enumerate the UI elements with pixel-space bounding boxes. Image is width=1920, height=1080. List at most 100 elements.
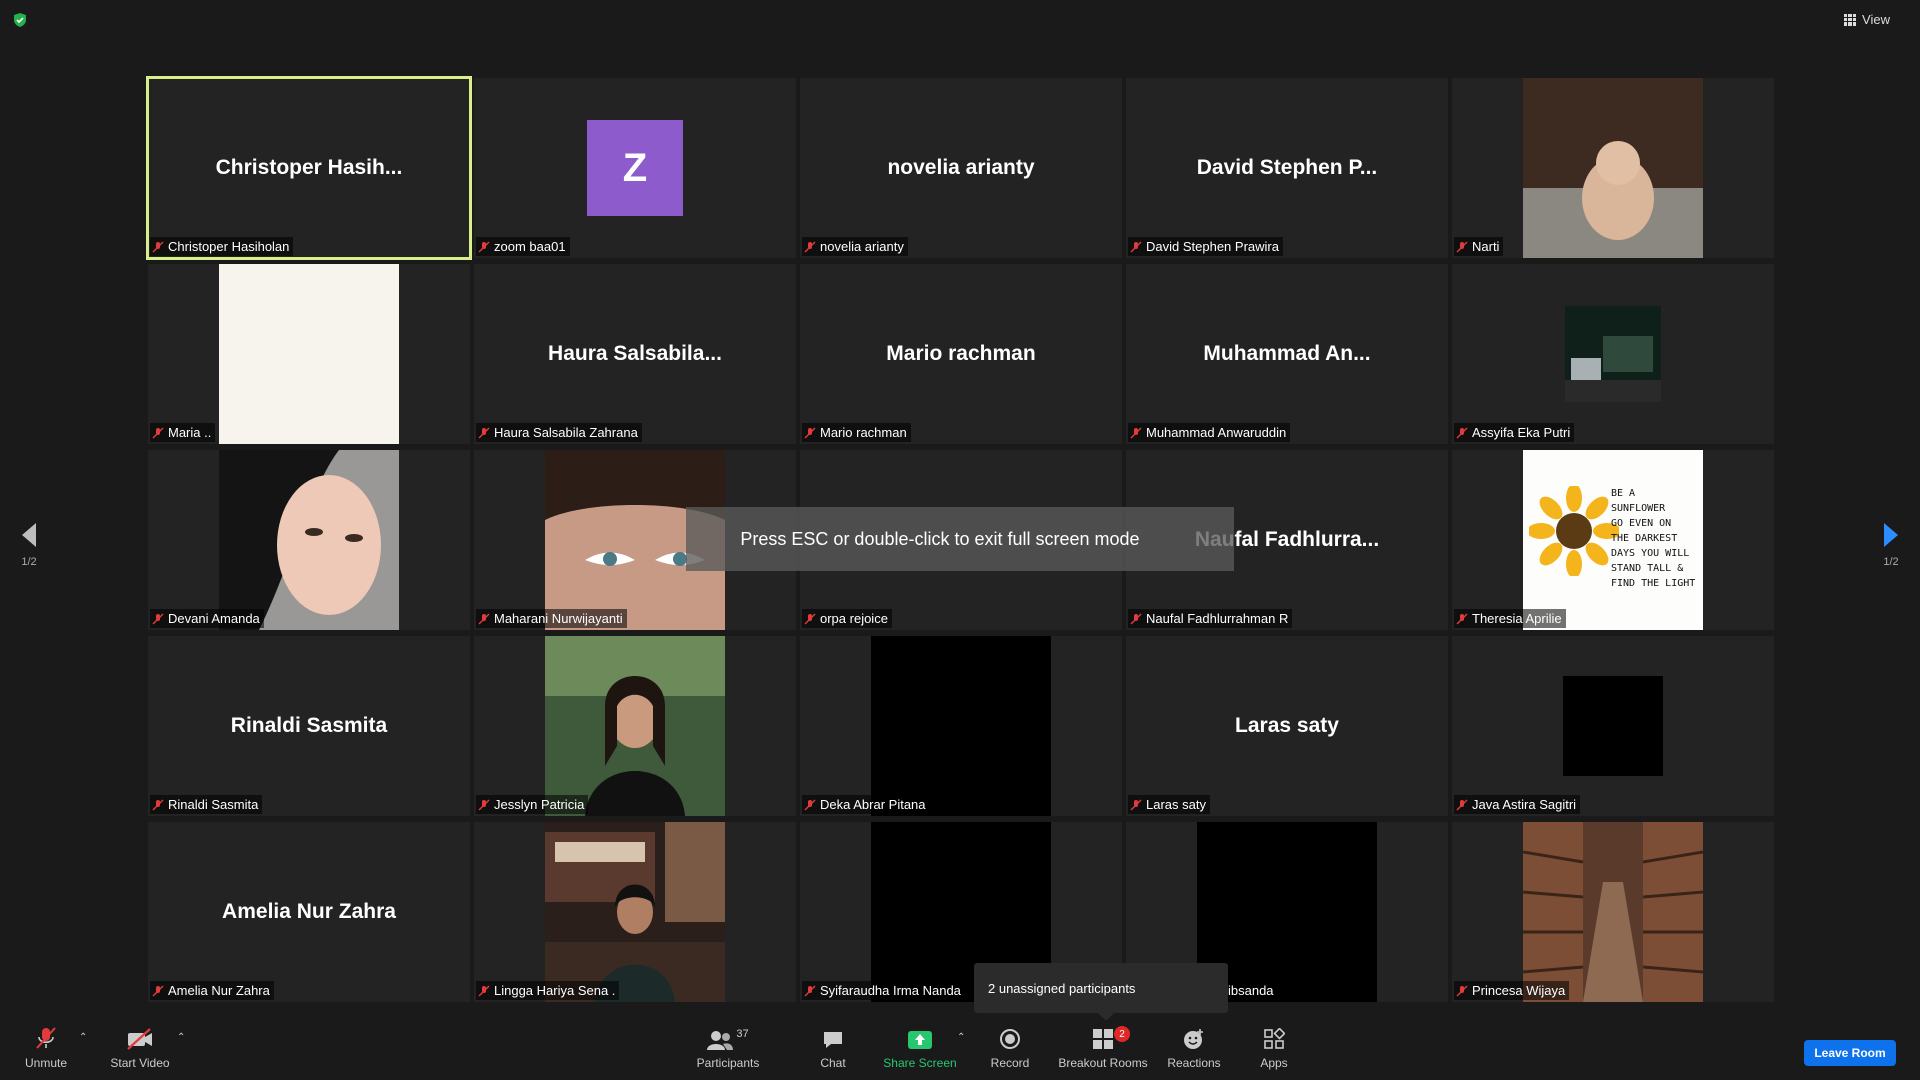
muted-mic-icon (1456, 985, 1468, 996)
muted-mic-icon (478, 985, 490, 996)
participant-tile[interactable]: Amelia Nur Zahra Amelia Nur Zahra (148, 822, 470, 1002)
sunflower-icon (1529, 486, 1619, 576)
reactions-icon (1184, 1029, 1203, 1049)
reactions-label: Reactions (1167, 1056, 1221, 1070)
quote-line: BE A (1611, 488, 1636, 499)
participant-tile[interactable]: Deka Abrar Pitana (800, 636, 1122, 816)
grid-icon (1844, 13, 1857, 26)
reactions-button[interactable]: Reactions (1164, 1020, 1224, 1080)
participant-tile[interactable]: Devani Amanda (148, 450, 470, 630)
participant-name: Christoper Hasiholan (168, 239, 290, 254)
page-indicator-right: 1/2 (1883, 556, 1899, 568)
portrait-hijab-photo (219, 450, 399, 630)
participant-tile[interactable]: Lingga Hariya Sena . (474, 822, 796, 1002)
avatar: Z (587, 120, 683, 216)
participant-display-name: Christoper Hasih... (215, 156, 403, 179)
participants-label: Participants (696, 1056, 760, 1070)
muted-mic-icon (1130, 241, 1142, 252)
participant-display-name: Mario rachman (886, 342, 1036, 365)
record-icon (1000, 1029, 1020, 1049)
quote-line: FIND THE LIGHT (1611, 578, 1696, 589)
participant-name-label: Mario rachman (802, 423, 911, 442)
participant-name: Narti (1472, 239, 1500, 254)
muted-mic-icon (1456, 613, 1468, 624)
participant-tile[interactable]: Princesa Wijaya (1452, 822, 1774, 1002)
participant-tile[interactable]: Maria .. (148, 264, 470, 444)
muted-microphone-icon (36, 1027, 56, 1049)
apps-icon (1264, 1028, 1285, 1049)
participant-tile[interactable]: Laras saty Laras saty (1126, 636, 1448, 816)
participant-tile[interactable]: Java Astira Sagitri (1452, 636, 1774, 816)
participant-name-label: Muhammad Anwaruddin (1128, 423, 1291, 442)
chat-button[interactable]: Chat (808, 1020, 858, 1080)
participant-display-name: novelia arianty (887, 156, 1035, 179)
participants-button[interactable]: 37 Participants (688, 1020, 768, 1080)
participant-name: Princesa Wijaya (1472, 983, 1566, 998)
muted-mic-icon (152, 613, 164, 624)
participant-name-label: Amelia Nur Zahra (150, 981, 274, 1000)
participant-tile[interactable]: novelia arianty novelia arianty (800, 78, 1122, 258)
breakout-rooms-button[interactable]: 2 Breakout Rooms (1058, 1020, 1148, 1080)
participant-name-label: Jesslyn Patricia (476, 795, 589, 814)
participant-name: Jesslyn Patricia (494, 797, 585, 812)
muted-mic-icon (1456, 427, 1468, 438)
portrait-woman-photo (545, 636, 725, 816)
previous-page-button[interactable]: 1/2 (14, 522, 44, 568)
participant-name: Deka Abrar Pitana (820, 797, 926, 812)
participant-tile[interactable]: Jesslyn Patricia (474, 636, 796, 816)
chevron-up-icon: ⌃ (957, 1032, 966, 1043)
participant-tile[interactable]: Assyifa Eka Putri (1452, 264, 1774, 444)
cat-photo (1523, 78, 1703, 258)
unassigned-participants-tooltip[interactable]: 2 unassigned participants (974, 963, 1228, 1021)
participant-name-label: Maria .. (150, 423, 216, 442)
participant-name-label: Laras saty (1128, 795, 1210, 814)
participant-name-label: Java Astira Sagitri (1454, 795, 1581, 814)
quote-line: THE DARKEST (1611, 533, 1678, 544)
start-video-label: Start Video (110, 1056, 170, 1070)
next-page-button[interactable]: 1/2 (1876, 522, 1906, 568)
share-options-caret[interactable]: ⌃ (950, 1020, 966, 1080)
participant-tile[interactable]: Mario rachman Mario rachman (800, 264, 1122, 444)
chat-icon (824, 1032, 842, 1048)
apps-button[interactable]: Apps (1250, 1020, 1298, 1080)
participant-name: David Stephen Prawira (1146, 239, 1279, 254)
muted-mic-icon (478, 799, 490, 810)
unmute-button[interactable]: Unmute (16, 1020, 76, 1080)
muted-mic-icon (152, 985, 164, 996)
participant-tile[interactable]: Christoper Hasih... Christoper Hasiholan (146, 76, 472, 260)
muted-mic-icon (1456, 799, 1468, 810)
participant-tile[interactable]: Muhammad An... Muhammad Anwaruddin (1126, 264, 1448, 444)
participant-name: Maharani Nurwijayanti (494, 611, 623, 626)
muted-mic-icon (152, 241, 164, 252)
audio-options-caret[interactable]: ⌃ (72, 1020, 88, 1080)
video-options-caret[interactable]: ⌃ (170, 1020, 185, 1080)
participant-tile[interactable]: David Stephen P... David Stephen Prawira (1126, 78, 1448, 258)
participant-tile[interactable]: Z zoom baa01 (474, 78, 796, 258)
quote-line: STAND TALL & (1611, 563, 1684, 574)
chat-label: Chat (820, 1056, 846, 1070)
quote-line: GO EVEN ON (1611, 518, 1672, 529)
participant-name: Rinaldi Sasmita (168, 797, 259, 812)
participant-name-label: orpa rejoice (802, 609, 892, 628)
chevron-up-icon: ⌃ (79, 1032, 88, 1043)
record-button[interactable]: Record (984, 1020, 1036, 1080)
start-video-button[interactable]: Start Video (104, 1020, 176, 1080)
view-button[interactable]: View (1844, 12, 1890, 27)
breakout-rooms-icon (1093, 1029, 1113, 1049)
encryption-shield-icon[interactable] (12, 12, 28, 28)
participant-name: zoom baa01 (494, 239, 566, 254)
participant-tile[interactable]: Haura Salsabila... Haura Salsabila Zahra… (474, 264, 796, 444)
participant-name: Devani Amanda (168, 611, 260, 626)
quote-line: DAYS YOU WILL (1611, 548, 1690, 559)
participant-tile[interactable]: Rinaldi Sasmita Rinaldi Sasmita (148, 636, 470, 816)
participants-count: 37 (736, 1028, 749, 1040)
participant-tile[interactable]: BE A SUNFLOWER GO EVEN ON THE DARKEST DA… (1452, 450, 1774, 630)
participant-name-label: Deka Abrar Pitana (802, 795, 930, 814)
bookshelf-photo (1523, 822, 1703, 1002)
leave-room-button[interactable]: Leave Room (1804, 1040, 1896, 1066)
muted-mic-icon (152, 799, 164, 810)
share-screen-button[interactable]: Share Screen (880, 1020, 960, 1080)
participant-name-label: Lingga Hariya Sena . (476, 981, 620, 1000)
participant-tile[interactable]: Narti (1452, 78, 1774, 258)
black-square-image (1563, 676, 1663, 776)
